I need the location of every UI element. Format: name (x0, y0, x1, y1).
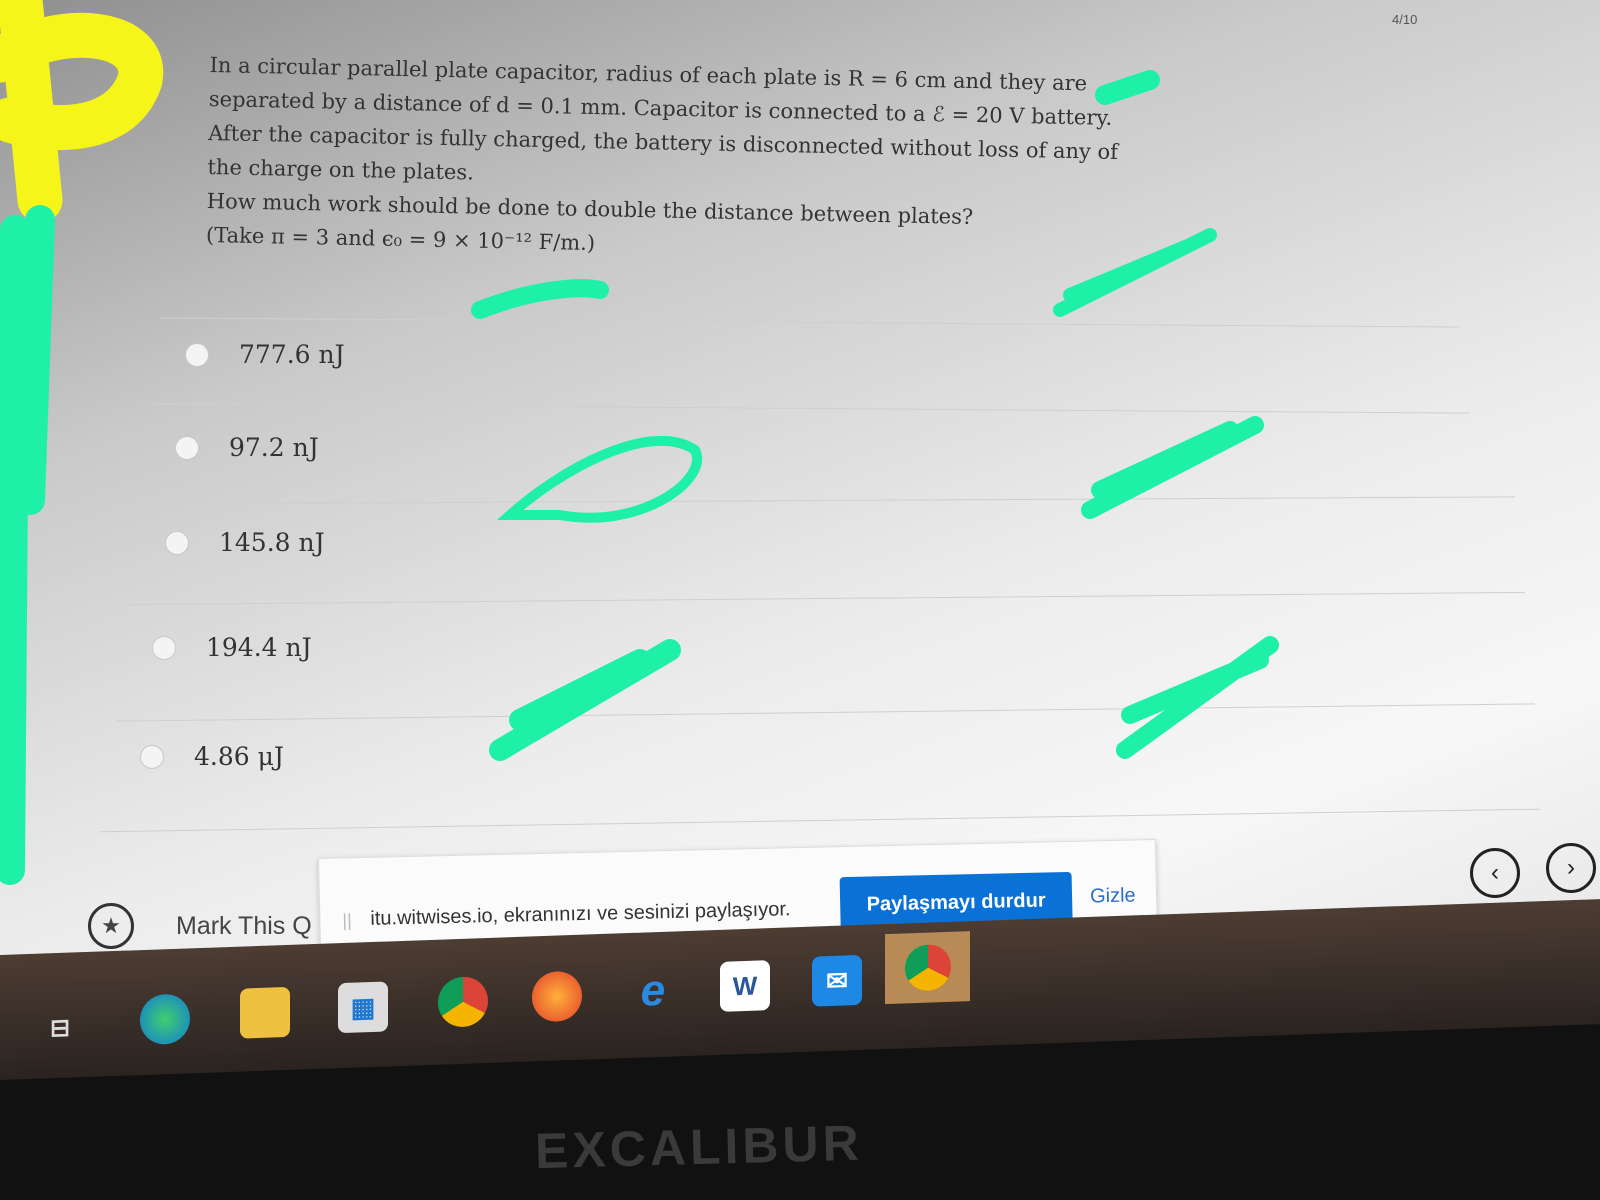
scribble-overlay (0, 0, 1279, 885)
green-scribble (1081, 416, 1264, 519)
green-scribble (471, 279, 609, 319)
green-scribble (1095, 70, 1160, 105)
yellow-scribble (0, 0, 164, 223)
green-scribble (1116, 636, 1279, 759)
green-scribble (489, 639, 681, 761)
green-scribble (496, 435, 702, 523)
green-scribble-left (0, 205, 55, 885)
green-scribble (1053, 228, 1217, 317)
